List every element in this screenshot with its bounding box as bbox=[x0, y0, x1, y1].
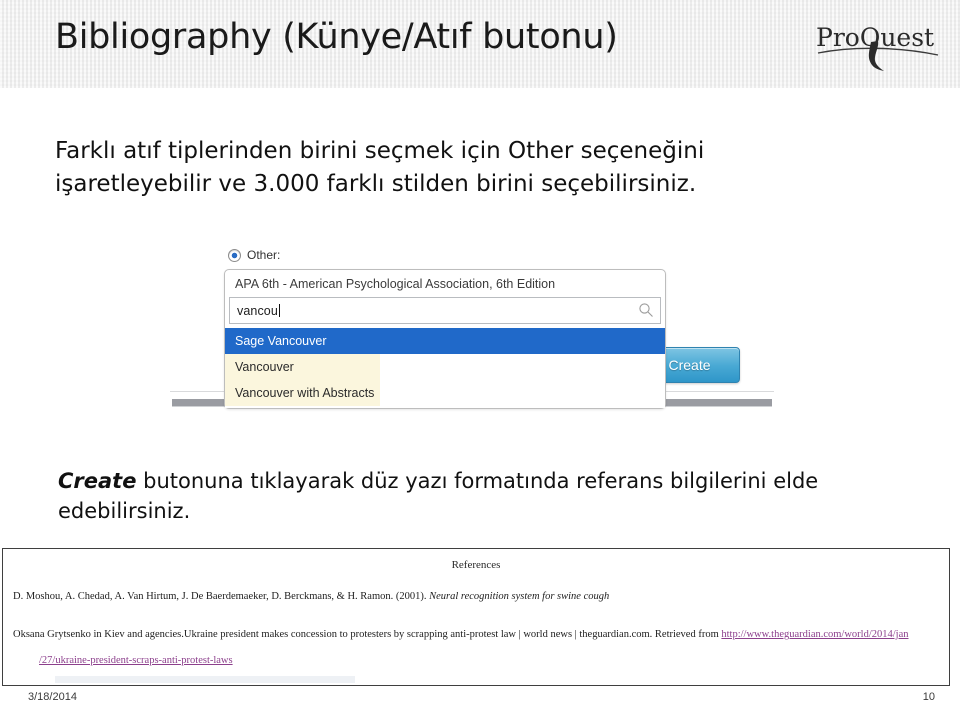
other-radio-row[interactable]: Other: bbox=[228, 248, 280, 262]
text-caret bbox=[278, 303, 280, 317]
reference-title-italic: Neural recognition system for swine coug… bbox=[429, 591, 610, 602]
reference-text: D. Moshou, A. Chedad, A. Van Hirtum, J. … bbox=[13, 591, 430, 602]
footer-date: 3/18/2014 bbox=[28, 691, 77, 703]
intro-paragraph: Farklı atıf tiplerinden birini seçmek iç… bbox=[55, 135, 910, 201]
outro-rest: butonuna tıklayarak düz yazı formatında … bbox=[58, 469, 819, 523]
option-label: Vancouver bbox=[235, 360, 294, 374]
page-title: Bibliography (Künye/Atıf butonu) bbox=[55, 17, 618, 57]
proquest-logo: ProQuest bbox=[814, 20, 942, 72]
references-heading: References bbox=[451, 559, 501, 571]
create-button[interactable]: Create bbox=[653, 347, 740, 383]
combobox-selected-value[interactable]: APA 6th - American Psychological Associa… bbox=[225, 270, 665, 297]
reference-entry: D. Moshou, A. Chedad, A. Van Hirtum, J. … bbox=[3, 589, 949, 604]
style-search-field[interactable]: vancou bbox=[229, 297, 661, 324]
search-input-value: vancou bbox=[237, 303, 280, 318]
list-item[interactable]: Vancouver with Abstracts bbox=[225, 380, 665, 406]
references-faded-bar bbox=[55, 676, 355, 683]
radio-button-other[interactable] bbox=[228, 248, 241, 262]
intro-line-2: işaretleyebilir ve 3.000 farklı stilden … bbox=[55, 171, 697, 197]
create-button-label: Create bbox=[668, 357, 711, 373]
option-label: Sage Vancouver bbox=[235, 334, 327, 348]
style-options-list[interactable]: Sage Vancouver Vancouver Vancouver with … bbox=[225, 328, 665, 408]
citation-style-combobox[interactable]: APA 6th - American Psychological Associa… bbox=[224, 269, 666, 409]
magnifier-icon[interactable] bbox=[638, 302, 654, 318]
reference-link[interactable]: /27/ukraine-president-scraps-anti-protes… bbox=[39, 655, 233, 666]
references-output-box: References D. Moshou, A. Chedad, A. Van … bbox=[2, 548, 950, 686]
outro-paragraph: Create butonuna tıklayarak düz yazı form… bbox=[58, 466, 908, 526]
other-radio-label: Other: bbox=[247, 248, 281, 262]
intro-line-1: Farklı atıf tiplerinden birini seçmek iç… bbox=[55, 138, 705, 164]
list-item[interactable]: Sage Vancouver bbox=[225, 328, 665, 354]
embedded-screenshot: Create Other: APA 6th - American Psychol… bbox=[170, 243, 782, 415]
footer-page-number: 10 bbox=[922, 691, 935, 703]
reference-entry: Oksana Grytsenko in Kiev and agencies.Uk… bbox=[3, 627, 949, 642]
reference-link[interactable]: http://www.theguardian.com/world/2014/ja… bbox=[721, 629, 908, 640]
reference-link-continuation: /27/ukraine-president-scraps-anti-protes… bbox=[3, 653, 949, 668]
list-item[interactable]: Vancouver bbox=[225, 354, 665, 380]
option-label: Vancouver with Abstracts bbox=[235, 386, 375, 400]
outro-emphasis: Create bbox=[58, 469, 137, 493]
reference-text: Oksana Grytsenko in Kiev and agencies.Uk… bbox=[13, 629, 722, 640]
